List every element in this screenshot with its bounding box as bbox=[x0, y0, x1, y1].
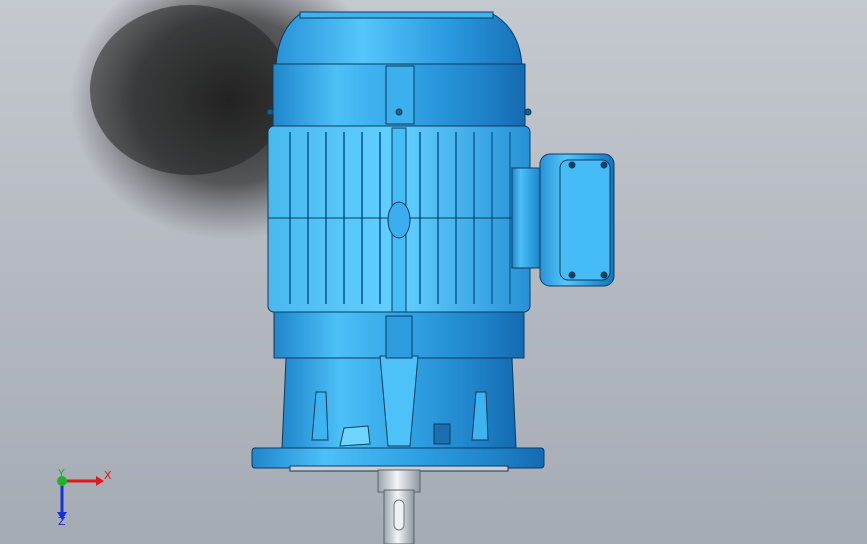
screw-icon bbox=[600, 161, 608, 169]
nose-cone-neck bbox=[385, 315, 413, 359]
triad-x-label: X bbox=[104, 469, 112, 482]
triad-z-label: Z bbox=[58, 515, 66, 528]
view-triad[interactable] bbox=[57, 476, 104, 520]
motor-assembly[interactable] bbox=[251, 11, 615, 544]
graphics-viewport[interactable]: X Y Z bbox=[0, 0, 867, 544]
model-canvas[interactable] bbox=[0, 0, 867, 544]
screw-icon bbox=[568, 161, 576, 169]
fan-cover-rim bbox=[299, 11, 494, 19]
bolt-icon bbox=[395, 108, 403, 116]
bolt-icon bbox=[524, 108, 532, 116]
nameplate bbox=[339, 425, 371, 447]
keyway bbox=[393, 499, 405, 531]
screw-icon bbox=[568, 271, 576, 279]
terminal-box-lid bbox=[559, 159, 611, 281]
vent-slot bbox=[433, 423, 451, 445]
bolt-icon bbox=[266, 108, 274, 116]
mounting-flange[interactable] bbox=[251, 447, 545, 469]
triad-y-label: Y bbox=[58, 467, 65, 480]
lifting-eye[interactable] bbox=[387, 201, 411, 239]
fan-cover-dome[interactable] bbox=[275, 13, 523, 67]
cast-shadow-core bbox=[90, 5, 290, 175]
shaft-collar[interactable] bbox=[377, 469, 421, 493]
screw-icon bbox=[600, 271, 608, 279]
x-axis-arrow-icon bbox=[96, 476, 104, 486]
